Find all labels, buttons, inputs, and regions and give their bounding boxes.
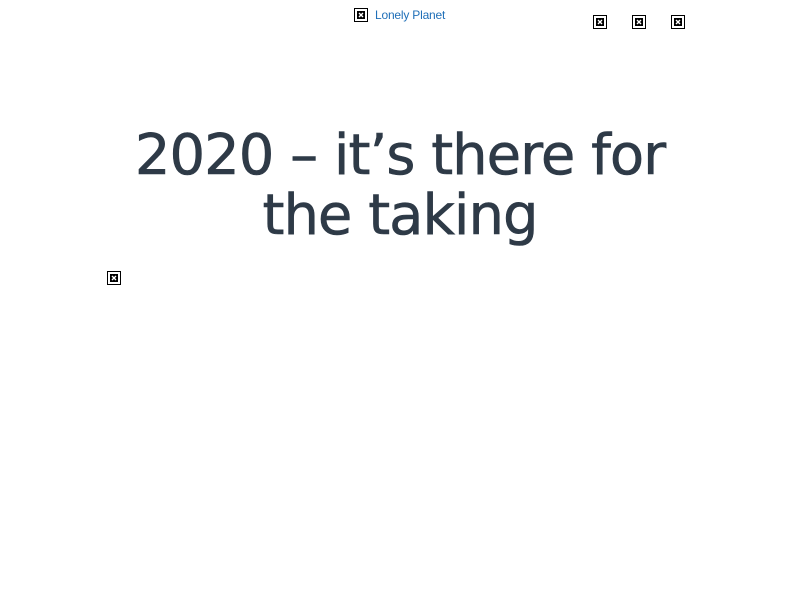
- brand-label[interactable]: Lonely Planet: [375, 8, 445, 22]
- lonely-planet-logo-link[interactable]: Lonely Planet: [354, 7, 445, 23]
- header-broken-image-icon-1[interactable]: [593, 15, 607, 29]
- logo-broken-image-icon: [354, 8, 368, 22]
- hero-title: 2020 – it’s there for the taking: [134, 123, 667, 248]
- header-broken-image-icon-3[interactable]: [671, 15, 685, 29]
- page: Lonely Planet 2020 – it’s there for the …: [0, 0, 800, 600]
- header-broken-image-icon-2[interactable]: [632, 15, 646, 29]
- content-broken-image-icon: [107, 271, 121, 285]
